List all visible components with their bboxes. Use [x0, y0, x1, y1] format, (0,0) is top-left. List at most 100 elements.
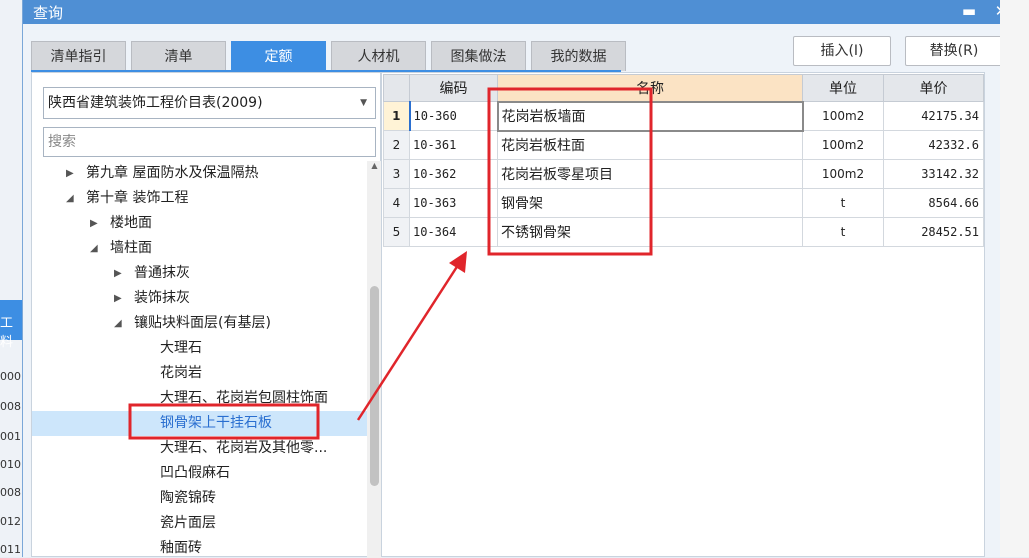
- replace-button[interactable]: 替换(R): [905, 36, 1003, 66]
- tree-item[interactable]: 陶瓷锦砖: [32, 486, 367, 511]
- tree-item-label: 装饰抹灰: [134, 290, 190, 306]
- background-tab[interactable]: 工料: [0, 300, 22, 350]
- search-input[interactable]: 搜索: [43, 127, 376, 157]
- table-row[interactable]: 4 10-363 钢骨架 t 8564.66: [383, 188, 984, 218]
- cell-unit[interactable]: 100m2: [802, 101, 884, 131]
- expand-arrow-icon[interactable]: ▶: [66, 161, 74, 186]
- background-tab-label: 工料: [0, 316, 14, 350]
- tree-item[interactable]: 凹凸假麻石: [32, 461, 367, 486]
- tree-item-label: 大理石: [160, 340, 202, 356]
- cell-price[interactable]: 28452.51: [883, 217, 984, 247]
- tree-item[interactable]: 大理石、花岗岩及其他零...: [32, 436, 367, 461]
- tree-item-label: 普通抹灰: [134, 265, 190, 281]
- cell-price[interactable]: 8564.66: [883, 188, 984, 218]
- tree-item-label: 瓷片面层: [160, 515, 216, 531]
- tree-item-label: 墙柱面: [110, 240, 152, 256]
- quota-table: 编码 名称 单位 单价 1 10-360 花岗岩板墙面 100m2 42175.…: [383, 74, 984, 247]
- cell-code[interactable]: 10-362: [409, 159, 498, 189]
- background-row: 000: [0, 370, 21, 383]
- tree-item[interactable]: ◢ 墙柱面: [32, 236, 367, 261]
- row-number-header: [383, 74, 410, 102]
- table-row[interactable]: 5 10-364 不锈钢骨架 t 28452.51: [383, 217, 984, 247]
- tree-item[interactable]: 大理石、花岗岩包圆柱饰面: [32, 386, 367, 411]
- column-header-code[interactable]: 编码: [409, 74, 498, 102]
- tree-item[interactable]: ▶ 楼地面: [32, 211, 367, 236]
- tab-my-data[interactable]: 我的数据: [531, 41, 626, 71]
- tree-item-label: 凹凸假麻石: [160, 465, 230, 481]
- chapter-tree: ▶ 第九章 屋面防水及保温隔热 ◢ 第十章 装饰工程 ▶ 楼地面 ◢ 墙柱面 ▶…: [32, 161, 367, 558]
- table-row[interactable]: 2 10-361 花岗岩板柱面 100m2 42332.6: [383, 130, 984, 160]
- tab-quota[interactable]: 定额: [231, 41, 326, 71]
- tree-item-label: 釉面砖: [160, 540, 202, 556]
- quota-library-pane: 陕西省建筑装饰工程价目表(2009) ▼ 搜索 ▶ 第九章 屋面防水及保温隔热 …: [31, 72, 382, 558]
- row-number: 4: [383, 188, 410, 218]
- minimize-button[interactable]: ▬: [957, 0, 981, 24]
- cell-price[interactable]: 33142.32: [883, 159, 984, 189]
- cell-name[interactable]: 不锈钢骨架: [497, 217, 803, 247]
- cell-unit[interactable]: t: [802, 188, 884, 218]
- row-number: 3: [383, 159, 410, 189]
- collapse-arrow-icon[interactable]: ◢: [90, 236, 98, 261]
- tree-item-label: 镶贴块料面层(有基层): [134, 315, 271, 331]
- dialog-title: 查询: [33, 4, 64, 22]
- background-row: 012: [0, 515, 21, 528]
- tree-item-label: 大理石、花岗岩及其他零...: [160, 440, 328, 456]
- column-header-price[interactable]: 单价: [883, 74, 984, 102]
- column-header-name[interactable]: 名称: [497, 74, 803, 102]
- cell-code[interactable]: 10-361: [409, 130, 498, 160]
- query-dialog: 查询 ▬ ✕ 清单指引 清单 定额 人材机 图集做法 我的数据 插入(I) 替换…: [22, 0, 1029, 558]
- cell-name[interactable]: 花岗岩板墙面: [496, 100, 804, 132]
- tree-item[interactable]: ◢ 镶贴块料面层(有基层): [32, 311, 367, 336]
- library-select-value: 陕西省建筑装饰工程价目表(2009): [48, 95, 263, 111]
- background-row: 001: [0, 430, 21, 443]
- table-row[interactable]: 3 10-362 花岗岩板零星项目 100m2 33142.32: [383, 159, 984, 189]
- column-header-unit[interactable]: 单位: [802, 74, 884, 102]
- tree-item[interactable]: ▶ 普通抹灰: [32, 261, 367, 286]
- tab-atlas-method[interactable]: 图集做法: [431, 41, 526, 71]
- insert-button[interactable]: 插入(I): [793, 36, 891, 66]
- tab-bill-guide[interactable]: 清单指引: [31, 41, 126, 71]
- tree-item[interactable]: 瓷片面层: [32, 511, 367, 536]
- tree-scrollbar[interactable]: ▲: [367, 161, 382, 558]
- scroll-up-arrow-icon[interactable]: ▲: [367, 161, 382, 175]
- tab-bill[interactable]: 清单: [131, 41, 226, 71]
- expand-arrow-icon[interactable]: ▶: [90, 211, 98, 236]
- tree-item[interactable]: 花岗岩: [32, 361, 367, 386]
- background-app-right: [1000, 0, 1029, 557]
- cell-code[interactable]: 10-363: [409, 188, 498, 218]
- cell-unit[interactable]: 100m2: [802, 159, 884, 189]
- background-row: 008: [0, 486, 21, 499]
- cell-price[interactable]: 42332.6: [883, 130, 984, 160]
- scrollbar-thumb[interactable]: [370, 286, 379, 486]
- tree-item[interactable]: ◢ 第十章 装饰工程: [32, 186, 367, 211]
- cell-unit[interactable]: 100m2: [802, 130, 884, 160]
- tab-labor-material-machine[interactable]: 人材机: [331, 41, 426, 71]
- row-number: 2: [383, 130, 410, 160]
- tree-item[interactable]: 釉面砖: [32, 536, 367, 558]
- tree-item[interactable]: ▶ 装饰抹灰: [32, 286, 367, 311]
- expand-arrow-icon[interactable]: ▶: [114, 261, 122, 286]
- tree-item-selected[interactable]: 钢骨架上干挂石板: [32, 411, 367, 436]
- background-row: 010: [0, 458, 21, 471]
- cell-name[interactable]: 花岗岩板柱面: [497, 130, 803, 160]
- tree-item[interactable]: ▶ 第九章 屋面防水及保温隔热: [32, 161, 367, 186]
- tree-item-label: 花岗岩: [160, 365, 202, 381]
- cell-name[interactable]: 钢骨架: [497, 188, 803, 218]
- dialog-titlebar[interactable]: 查询 ▬ ✕: [23, 0, 1029, 24]
- row-number: 5: [383, 217, 410, 247]
- expand-arrow-icon[interactable]: ▶: [114, 286, 122, 311]
- cell-code[interactable]: 10-364: [409, 217, 498, 247]
- cell-price[interactable]: 42175.34: [883, 101, 984, 131]
- tree-item-label: 楼地面: [110, 215, 152, 231]
- cell-name[interactable]: 花岗岩板零星项目: [497, 159, 803, 189]
- background-app-left: 工料 000 008 001 010 008 012 011: [0, 0, 22, 557]
- cell-unit[interactable]: t: [802, 217, 884, 247]
- table-row[interactable]: 1 10-360 花岗岩板墙面 100m2 42175.34: [383, 100, 984, 132]
- collapse-arrow-icon[interactable]: ◢: [114, 311, 122, 336]
- cell-code[interactable]: 10-360: [408, 101, 498, 131]
- collapse-arrow-icon[interactable]: ◢: [66, 186, 74, 211]
- row-number: 1: [383, 101, 410, 131]
- library-select[interactable]: 陕西省建筑装饰工程价目表(2009) ▼: [43, 87, 376, 119]
- tree-item[interactable]: 大理石: [32, 336, 367, 361]
- background-row: 008: [0, 400, 21, 413]
